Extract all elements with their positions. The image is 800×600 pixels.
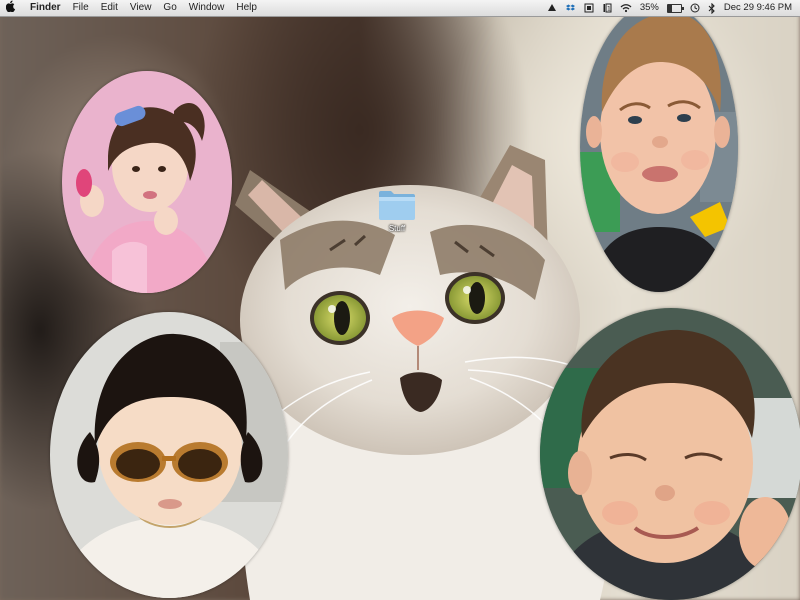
battery-icon[interactable] (666, 3, 684, 13)
time-machine-icon[interactable] (690, 3, 700, 13)
one-password-icon[interactable]: 1 (602, 3, 612, 13)
folder-label: Stuff (388, 224, 406, 233)
svg-text:1: 1 (607, 6, 611, 13)
wifi-icon[interactable] (620, 3, 632, 13)
battery-fill (667, 4, 673, 12)
menu-extras: 1 35% Dec 29 9:46 PM (547, 0, 792, 16)
menu-view[interactable]: View (130, 0, 152, 16)
upload-icon[interactable] (547, 3, 557, 13)
folder-icon (379, 191, 415, 220)
menu-file[interactable]: File (73, 0, 89, 16)
apple-logo-icon[interactable] (5, 0, 20, 17)
oval-photo-girl-sunglasses (50, 312, 288, 598)
desktop-folder-stuff[interactable]: Stuff (372, 188, 422, 233)
menu-help[interactable]: Help (236, 0, 257, 16)
menu-bar: Finder File Edit View Go Window Help 1 3… (0, 0, 800, 17)
menu-clock[interactable]: Dec 29 9:46 PM (724, 0, 792, 16)
oval-photo-girl-lipstick (62, 71, 232, 293)
bluetooth-icon[interactable] (708, 2, 716, 14)
menu-go[interactable]: Go (163, 0, 176, 16)
menu-edit[interactable]: Edit (101, 0, 118, 16)
menu-window[interactable]: Window (189, 0, 225, 16)
scan-icon[interactable] (584, 3, 594, 13)
oval-photo-boy-smirk (580, 2, 738, 292)
dropbox-icon[interactable] (565, 3, 576, 13)
battery-percent: 35% (639, 2, 659, 13)
oval-photo-boy-squint (540, 308, 800, 600)
menu-app-finder[interactable]: Finder (30, 0, 61, 16)
